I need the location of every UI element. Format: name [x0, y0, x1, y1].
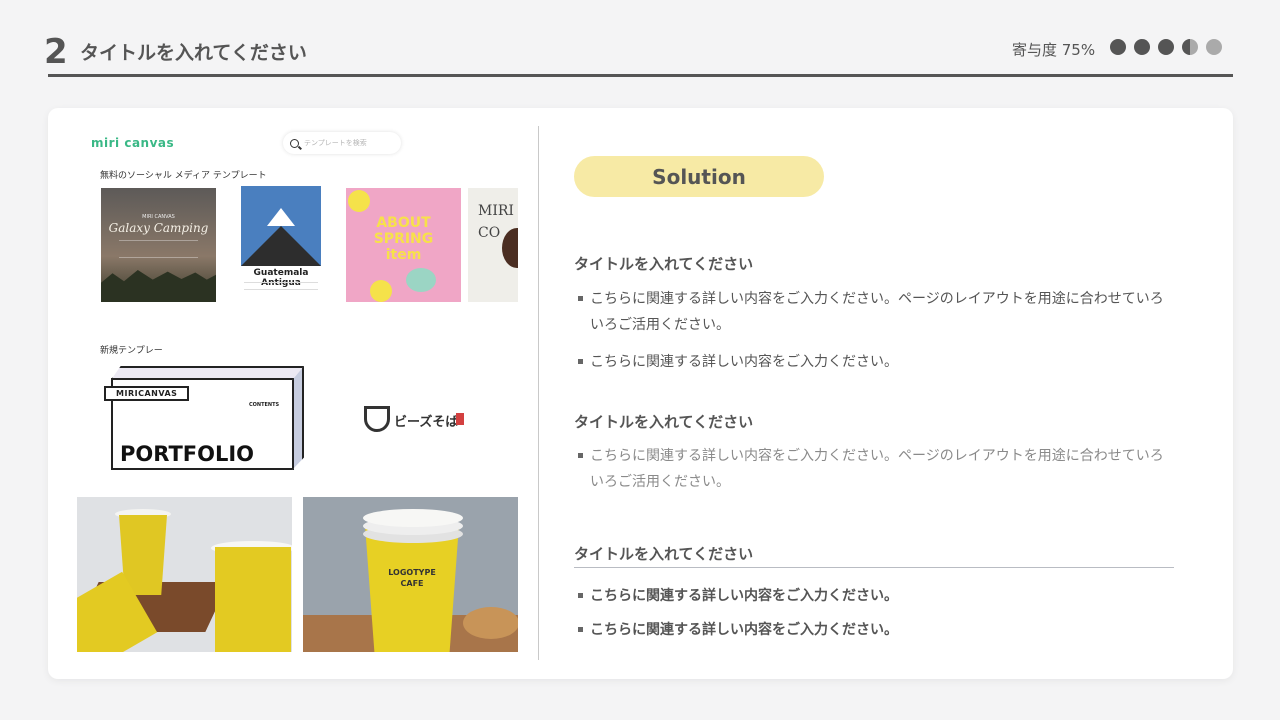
template-guatemala-antigua[interactable]: Guatemala Antigua [238, 186, 324, 298]
box-side [292, 366, 304, 470]
bullet-item: こちらに関連する詳しい内容をご入力ください。ページのレイアウトを用途に合わせてい… [578, 286, 1168, 338]
rating-dot-full [1134, 39, 1150, 55]
stacked-cup-rims [363, 509, 463, 527]
portfolio-title: PORTFOLIO [120, 442, 255, 466]
section-title: タイトルを入れてください [574, 413, 754, 431]
croissant-image [463, 607, 518, 639]
solution-label: Solution [574, 156, 824, 197]
bullet-item: こちらに関連する詳しい内容をご入力ください。 [578, 617, 1168, 643]
rating-dot-full [1110, 39, 1126, 55]
bullet-item: こちらに関連する詳しい内容をご入力ください。 [578, 583, 1168, 609]
contribution-rating [1110, 39, 1222, 55]
red-stamp-icon [456, 413, 464, 425]
contribution-label: 寄与度 75% [1012, 41, 1096, 59]
template-miri-coffee[interactable]: MIRI CO [468, 188, 518, 302]
template-about-spring[interactable]: ABOUT SPRING item [346, 188, 461, 302]
template-cup-mockup-1[interactable] [77, 497, 292, 652]
template-cup-mockup-2[interactable]: LOGOTYPE CAFE [303, 497, 518, 652]
bullet-item: こちらに関連する詳しい内容をご入力ください。ページのレイアウトを用途に合わせてい… [578, 443, 1168, 495]
rating-dot-empty [1206, 39, 1222, 55]
guatemala-text-lines [244, 282, 318, 290]
template-galaxy-camping[interactable]: MIRI CANVAS Galaxy Camping [101, 188, 216, 302]
new-templates-heading: 新規テンプレー [100, 346, 163, 356]
section-number: 2 [44, 32, 68, 72]
portfolio-badge: MIRICANVAS [104, 386, 190, 401]
section-divider [574, 567, 1174, 568]
rating-dot-full [1158, 39, 1174, 55]
galaxy-title: Galaxy Camping [108, 221, 209, 235]
page-title: タイトルを入れてください [80, 42, 307, 64]
noodle-bowl-icon [364, 406, 390, 432]
search-icon [290, 138, 299, 148]
section-title: タイトルを入れてください [574, 255, 754, 273]
template-soba-logo[interactable]: ビーズそば [314, 366, 514, 476]
vertical-divider [538, 126, 539, 660]
template-portfolio[interactable]: MIRICANVAS CONTENTS PORTFOLIO [104, 364, 304, 474]
spring-title: ABOUT SPRING item [373, 215, 434, 263]
bowl-image [406, 268, 436, 292]
rating-dot-half [1182, 39, 1198, 55]
flower-icon [370, 280, 392, 302]
social-templates-heading: 無料のソーシャル メディア テンプレート [100, 171, 267, 181]
template-search-input[interactable]: テンプレートを検索 [283, 132, 401, 154]
tree-silhouette [101, 270, 216, 302]
search-placeholder: テンプレートを検索 [304, 139, 367, 147]
galaxy-text-lines [119, 240, 198, 258]
miricanvas-logo: miri canvas [91, 136, 175, 150]
soba-name: ビーズそば [394, 415, 459, 430]
flower-icon [348, 190, 370, 212]
portfolio-contents: CONTENTS [249, 402, 280, 408]
galaxy-brand: MIRI CANVAS [142, 214, 175, 220]
bullet-item: こちらに関連する詳しい内容をご入力ください。 [578, 349, 1168, 375]
yellow-cup [215, 547, 291, 652]
header-divider [48, 74, 1233, 77]
section-title: タイトルを入れてください [574, 545, 754, 563]
cafe-logo: LOGOTYPE CAFE [388, 568, 436, 588]
